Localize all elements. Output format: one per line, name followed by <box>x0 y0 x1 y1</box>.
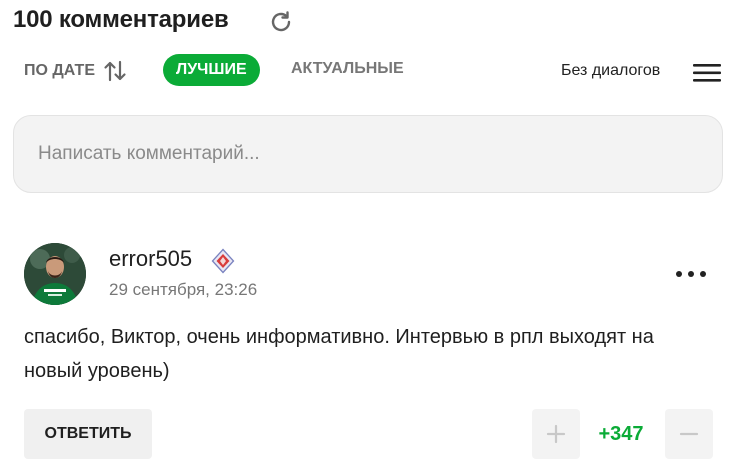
tab-actual[interactable]: АКТУАЛЬНЫЕ <box>291 60 404 78</box>
sort-by-date-button[interactable]: ПО ДАТЕ <box>24 60 127 82</box>
refresh-icon[interactable] <box>268 9 294 35</box>
vote-score: +347 <box>598 423 644 445</box>
more-dots-icon[interactable] <box>674 265 708 283</box>
hamburger-menu-icon[interactable] <box>692 62 722 84</box>
plus-icon <box>546 424 566 444</box>
comments-count-title: 100 комментариев <box>13 6 229 33</box>
club-badge-icon <box>210 248 236 274</box>
comment-timestamp: 29 сентября, 23:26 <box>109 280 258 299</box>
tab-best[interactable]: ЛУЧШИЕ <box>163 54 260 86</box>
comment-author[interactable]: error505 <box>109 246 192 272</box>
avatar[interactable] <box>24 243 86 305</box>
reply-button[interactable]: ОТВЕТИТЬ <box>24 409 152 459</box>
sort-arrows-icon <box>103 60 127 82</box>
comment-input[interactable] <box>13 115 723 193</box>
minus-icon <box>679 432 699 436</box>
comment-text: спасибо, Виктор, очень информативно. Инт… <box>24 326 654 382</box>
no-dialogs-toggle[interactable]: Без диалогов <box>561 62 660 80</box>
downvote-button[interactable] <box>665 409 713 459</box>
tab-best-label: ЛУЧШИЕ <box>176 61 247 78</box>
sort-by-date-label: ПО ДАТЕ <box>24 62 95 79</box>
reply-label: ОТВЕТИТЬ <box>44 425 132 442</box>
upvote-button[interactable] <box>532 409 580 459</box>
